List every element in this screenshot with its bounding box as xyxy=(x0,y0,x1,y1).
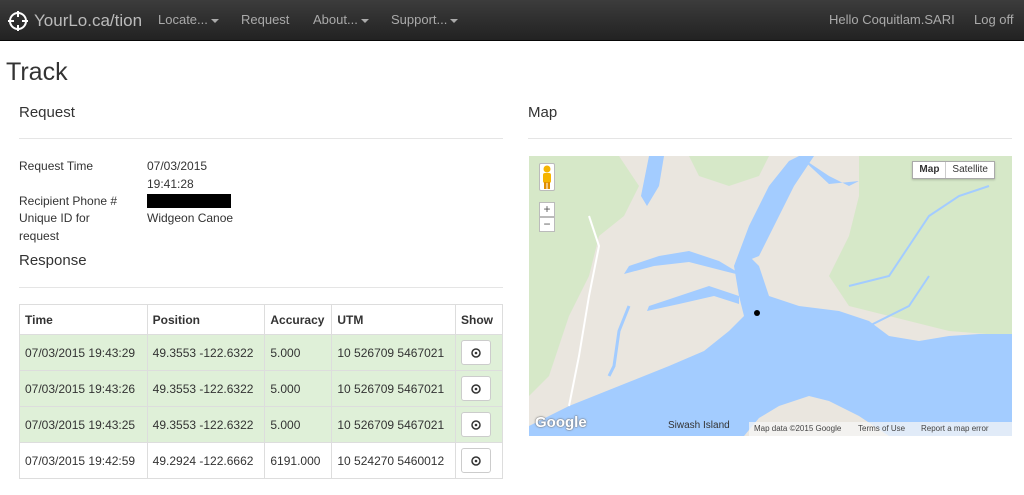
crosshair-icon xyxy=(471,348,481,358)
nav-about-label: About... xyxy=(313,12,358,27)
brand-text: YourLo.ca/tion xyxy=(34,10,143,30)
cell-show xyxy=(454,334,504,371)
nav-request-link[interactable]: Request xyxy=(241,0,289,41)
street-view-pegman[interactable] xyxy=(539,163,555,191)
unique-id-label-line1: Unique ID for xyxy=(19,211,90,225)
cell-show xyxy=(454,370,504,407)
request-heading: Request xyxy=(19,104,75,121)
show-on-map-button[interactable] xyxy=(460,340,491,365)
table-row: 07/03/2015 19:42:59 49.2924 -122.6662 61… xyxy=(19,442,504,479)
redacted-phone-number xyxy=(147,194,231,208)
brand-link[interactable]: YourLo.ca/tion xyxy=(8,0,142,41)
cell-accuracy: 5.000 xyxy=(264,370,333,407)
column-header-show: Show xyxy=(454,304,504,335)
nav-locate-label: Locate... xyxy=(158,12,208,27)
nav-support-label: Support... xyxy=(391,12,448,27)
user-greeting-label: Hello Coquitlam.SARI xyxy=(829,12,955,27)
table-row: 07/03/2015 19:43:29 49.3553 -122.6322 5.… xyxy=(19,334,504,371)
response-table: Time Position Accuracy UTM Show 07/03/20… xyxy=(19,304,504,479)
recipient-phone-label: Recipient Phone # xyxy=(19,194,118,208)
page-title: Track xyxy=(6,58,68,86)
map-divider xyxy=(528,138,1012,139)
nav-support-dropdown[interactable]: Support... xyxy=(391,0,459,41)
crosshair-icon xyxy=(471,384,481,394)
show-on-map-button[interactable] xyxy=(460,448,491,473)
cell-time: 07/03/2015 19:42:59 xyxy=(19,442,148,479)
unique-id-label-line2: request xyxy=(19,229,60,243)
map-data-attribution: Map data ©2015 Google xyxy=(754,424,842,433)
table-row: 07/03/2015 19:43:26 49.3553 -122.6322 5.… xyxy=(19,370,504,407)
nav-request-label: Request xyxy=(241,12,290,27)
cell-time: 07/03/2015 19:43:25 xyxy=(19,406,148,443)
navbar: YourLo.ca/tion Locate... Request About..… xyxy=(0,0,1024,41)
column-header-time: Time xyxy=(19,304,148,335)
user-greeting-link[interactable]: Hello Coquitlam.SARI xyxy=(829,0,955,41)
show-on-map-button[interactable] xyxy=(460,412,491,437)
caret-down-icon xyxy=(210,18,219,23)
request-time-label: Request Time xyxy=(19,159,94,173)
map-type-map-button[interactable]: Map xyxy=(913,162,947,178)
cell-utm: 10 526709 5467021 xyxy=(331,406,456,443)
nav-locate-dropdown[interactable]: Locate... xyxy=(158,0,219,41)
table-header-row: Time Position Accuracy UTM Show xyxy=(19,304,504,335)
map-tiles xyxy=(529,156,1012,436)
caret-down-icon xyxy=(450,18,459,23)
response-divider xyxy=(19,287,503,288)
map-place-label: Siwash Island xyxy=(668,420,730,431)
report-map-error-link[interactable]: Report a map error xyxy=(921,424,989,433)
cell-utm: 10 526709 5467021 xyxy=(331,334,456,371)
map-heading: Map xyxy=(528,104,558,121)
cell-position: 49.2924 -122.6662 xyxy=(146,442,266,479)
terms-of-use-link[interactable]: Terms of Use xyxy=(858,424,905,433)
cell-position: 49.3553 -122.6322 xyxy=(146,334,266,371)
nav-about-dropdown[interactable]: About... xyxy=(313,0,369,41)
request-time-clock: 19:41:28 xyxy=(147,177,194,191)
cell-accuracy: 5.000 xyxy=(264,406,333,443)
cell-accuracy: 6191.000 xyxy=(264,442,333,479)
cell-time: 07/03/2015 19:43:26 xyxy=(19,370,148,407)
map-type-control: Map Satellite xyxy=(912,161,995,179)
show-on-map-button[interactable] xyxy=(460,376,491,401)
zoom-out-button[interactable]: − xyxy=(539,217,555,232)
caret-down-icon xyxy=(360,18,369,23)
logoff-link[interactable]: Log off xyxy=(974,0,1014,41)
response-heading: Response xyxy=(19,252,87,269)
table-row: 07/03/2015 19:43:25 49.3553 -122.6322 5.… xyxy=(19,406,504,443)
column-header-position: Position xyxy=(146,304,266,335)
zoom-in-button[interactable]: + xyxy=(539,202,555,217)
request-divider xyxy=(19,138,503,139)
pegman-icon xyxy=(543,165,551,189)
google-logo: Google xyxy=(535,414,587,431)
unique-id-value: Widgeon Canoe xyxy=(147,211,234,225)
crosshair-icon xyxy=(471,420,481,430)
map-footer: Map data ©2015 Google Terms of Use Repor… xyxy=(749,422,1012,436)
cell-accuracy: 5.000 xyxy=(264,334,333,371)
cell-position: 49.3553 -122.6322 xyxy=(146,406,266,443)
logoff-label: Log off xyxy=(974,12,1014,27)
cell-utm: 10 524270 5460012 xyxy=(331,442,456,479)
map-view[interactable]: + − Map Satellite Siwash Island Google M… xyxy=(529,156,1012,436)
crosshair-logo-icon xyxy=(8,10,28,31)
request-time-date: 07/03/2015 xyxy=(147,159,208,173)
cell-show xyxy=(454,406,504,443)
cell-utm: 10 526709 5467021 xyxy=(331,370,456,407)
map-type-satellite-button[interactable]: Satellite xyxy=(946,162,994,178)
column-header-utm: UTM xyxy=(331,304,456,335)
cell-time: 07/03/2015 19:43:29 xyxy=(19,334,148,371)
crosshair-icon xyxy=(471,456,481,466)
column-header-accuracy: Accuracy xyxy=(264,304,333,335)
cell-show xyxy=(454,442,504,479)
cell-position: 49.3553 -122.6322 xyxy=(146,370,266,407)
